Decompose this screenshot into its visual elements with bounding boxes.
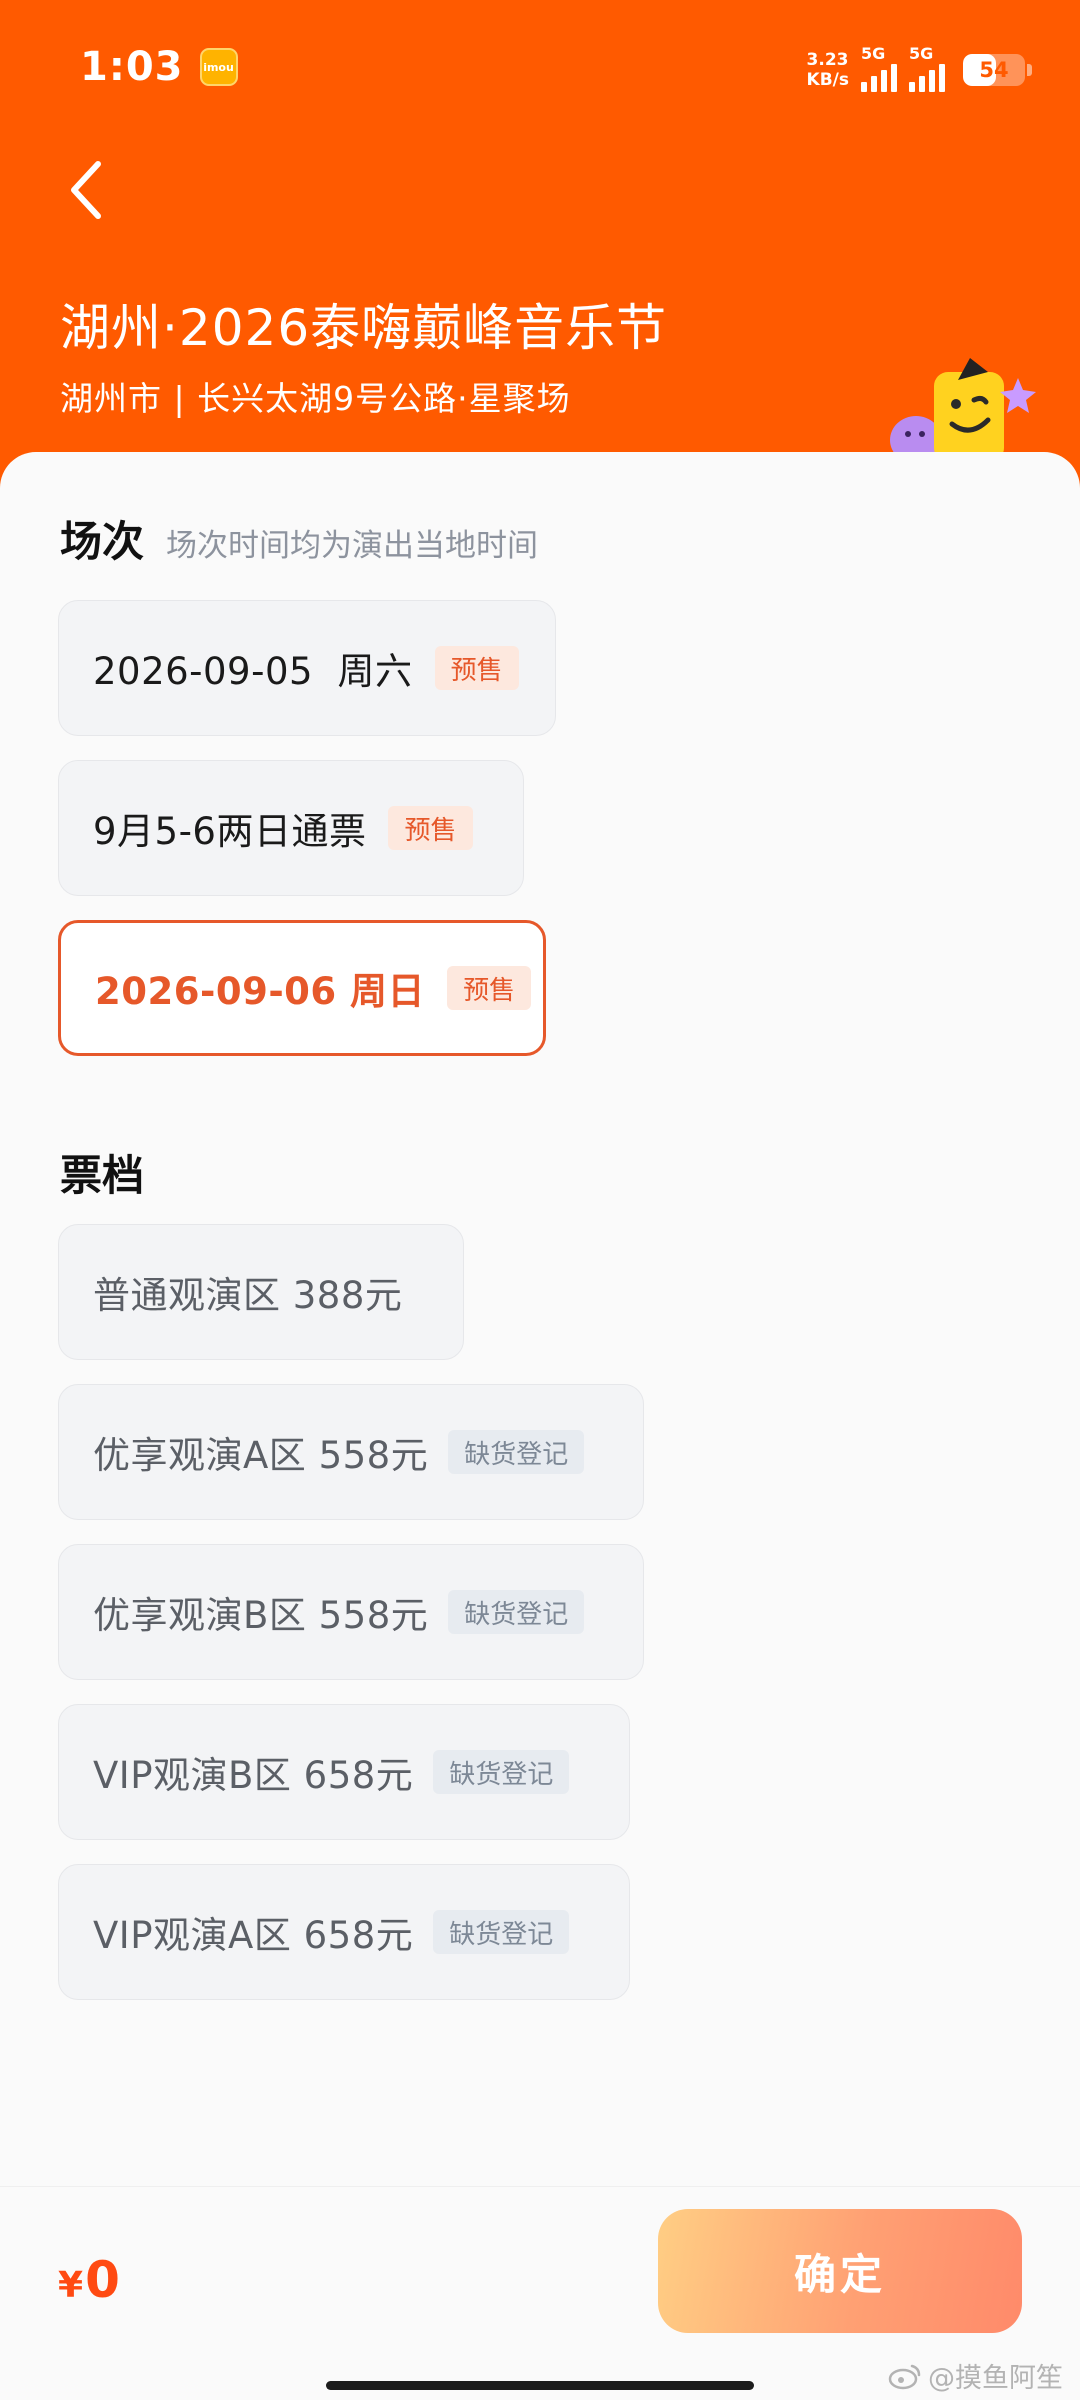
weibo-logo-icon — [888, 2364, 921, 2389]
waitlist-badge[interactable]: 缺货登记 — [448, 1430, 585, 1474]
event-venue: 湖州市 | 长兴太湖9号公路·星聚场 — [60, 379, 571, 418]
tier-label: VIP观演A区 658元 — [93, 1914, 414, 1957]
total-amount: 0 — [85, 2251, 120, 2309]
presale-badge: 预售 — [434, 646, 519, 690]
tier-label: 优享观演A区 558元 — [93, 1434, 429, 1477]
network-speed-value: 3.23 — [806, 50, 849, 70]
signal-sim2-icon: 5G — [909, 44, 945, 92]
home-indicator[interactable] — [326, 2381, 754, 2390]
sim2-label: 5G — [909, 44, 934, 63]
session-option-0905[interactable]: 2026-09-05 周六 预售 — [58, 600, 556, 736]
tiers-header: 票档 — [60, 1142, 144, 1203]
ticket-selection-sheet: 场次 场次时间均为演出当地时间 2026-09-05 周六 预售 9月5-6两日… — [0, 452, 1080, 2400]
sessions-header: 场次 场次时间均为演出当地时间 — [60, 508, 538, 569]
waitlist-badge[interactable]: 缺货登记 — [448, 1590, 585, 1634]
currency-symbol: ¥ — [58, 2265, 84, 2306]
status-bar: 1:03 imou 3.23 KB/s 5G 5G 54 — [0, 0, 1080, 140]
tier-label: VIP观演B区 658元 — [93, 1754, 414, 1797]
battery-icon: 54 — [963, 54, 1025, 86]
sessions-subtitle: 场次时间均为演出当地时间 — [166, 528, 539, 564]
session-label: 2026-09-06 周日 — [95, 970, 426, 1013]
status-left: 1:03 imou — [80, 44, 238, 90]
tier-option-standard[interactable]: 普通观演区 388元 — [58, 1224, 464, 1360]
tiers-title: 票档 — [60, 1151, 145, 1200]
tier-option-vip-b[interactable]: VIP观演B区 658元 缺货登记 — [58, 1704, 630, 1840]
network-speed: 3.23 KB/s — [807, 50, 849, 90]
mascot-illustration — [890, 358, 1036, 462]
watermark: @摸鱼阿笙 — [888, 2356, 1063, 2395]
total-price: ¥ 0 — [58, 2251, 120, 2309]
waitlist-badge[interactable]: 缺货登记 — [433, 1910, 570, 1954]
tier-option-premium-b[interactable]: 优享观演B区 558元 缺货登记 — [58, 1544, 644, 1680]
tier-label: 优享观演B区 558元 — [93, 1594, 429, 1637]
event-title: 湖州·2026泰嗨巅峰音乐节 — [60, 299, 668, 357]
app-notification-icon: imou — [199, 48, 238, 86]
sessions-title: 场次 — [60, 517, 145, 566]
waitlist-badge[interactable]: 缺货登记 — [433, 1750, 570, 1794]
battery-level: 54 — [979, 58, 1009, 82]
sim1-label: 5G — [861, 44, 886, 63]
status-right: 3.23 KB/s 5G 5G 54 — [807, 44, 1032, 92]
session-label: 2026-09-05 周六 — [93, 650, 413, 693]
network-speed-unit: KB/s — [806, 70, 849, 90]
tier-option-vip-a[interactable]: VIP观演A区 658元 缺货登记 — [58, 1864, 630, 2000]
session-option-0906[interactable]: 2026-09-06 周日 预售 — [58, 920, 546, 1056]
session-option-two-day-pass[interactable]: 9月5-6两日通票 预售 — [58, 760, 524, 896]
watermark-text: @摸鱼阿笙 — [928, 2363, 1063, 2394]
back-button[interactable] — [56, 150, 116, 230]
battery-tip — [1027, 64, 1032, 76]
confirm-button[interactable]: 确定 — [658, 2209, 1022, 2333]
session-label: 9月5-6两日通票 — [93, 810, 367, 853]
chevron-left-icon — [71, 161, 101, 219]
presale-badge: 预售 — [447, 966, 532, 1010]
status-time: 1:03 — [80, 44, 184, 90]
presale-badge: 预售 — [388, 806, 473, 850]
tier-option-premium-a[interactable]: 优享观演A区 558元 缺货登记 — [58, 1384, 644, 1520]
signal-sim1-icon: 5G — [861, 44, 897, 92]
tier-label: 普通观演区 388元 — [93, 1274, 403, 1317]
